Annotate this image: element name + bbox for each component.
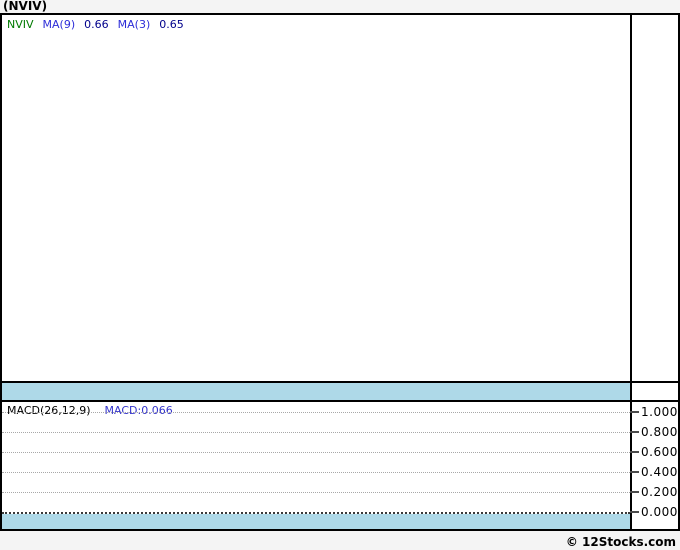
price-legend: NVIV MA(9) 0.66 MA(3) 0.65	[7, 18, 193, 31]
date-axis-band-bottom	[2, 514, 630, 529]
page-title: (NVIV)	[3, 0, 48, 13]
axis-tick	[630, 451, 639, 453]
axis-tick-label: 1.000	[641, 405, 678, 419]
macd-gridline-0800	[2, 432, 630, 433]
axis-tick	[630, 511, 639, 513]
macd-gridline-0600	[2, 452, 630, 453]
axis-tick	[630, 411, 639, 413]
legend-ma3-value: 0.65	[159, 18, 184, 31]
price-panel: NVIV MA(9) 0.66 MA(3) 0.65	[2, 15, 630, 381]
macd-panel: MACD(26,12,9) MACD:0.066	[2, 402, 630, 514]
legend-ma9-value: 0.66	[84, 18, 109, 31]
macd-label: MACD(26,12,9)	[7, 404, 91, 417]
macd-value: MACD:0.066	[104, 404, 173, 417]
axis-tick	[630, 431, 639, 433]
macd-gridline-1000	[2, 412, 630, 413]
axis-tick-label: 0.800	[641, 425, 678, 439]
axis-tick-label: 0.400	[641, 465, 678, 479]
axis-tick-label: 0.200	[641, 485, 678, 499]
chart-frame: NVIV MA(9) 0.66 MA(3) 0.65 MACD(26,12,9) MACD…	[0, 13, 680, 531]
footer: © 12Stocks.com	[0, 531, 680, 549]
date-axis-band-top	[2, 383, 630, 400]
legend-symbol: NVIV	[7, 18, 34, 31]
axis-tick	[630, 471, 639, 473]
axis-tick-label: 0.000	[641, 505, 678, 519]
axis-tick-label: 0.600	[641, 445, 678, 459]
footer-credit: © 12Stocks.com	[565, 535, 676, 549]
legend-ma3-label: MA(3)	[117, 18, 151, 31]
macd-gridline-0200	[2, 492, 630, 493]
macd-caption: MACD(26,12,9) MACD:0.066	[7, 404, 173, 417]
axis-tick	[630, 491, 639, 493]
stock-chart-page: { "header": { "title": "(NVIV)" }, "pric…	[0, 0, 680, 549]
legend-ma9-label: MA(9)	[42, 18, 76, 31]
macd-gridline-0400	[2, 472, 630, 473]
